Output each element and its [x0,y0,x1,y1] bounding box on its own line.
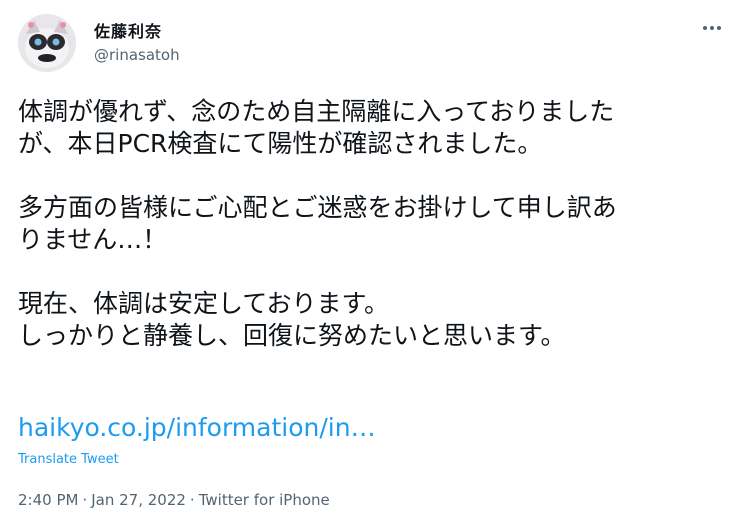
more-dot [703,26,707,30]
tweet-source[interactable]: Twitter for iPhone [199,491,330,509]
tweet-line: 多方面の皆様にご心配とご迷惑をお掛けして申し訳あ [18,193,617,222]
meta-separator: · [189,491,195,509]
author-handle[interactable]: @rinasatoh [94,46,180,64]
tweet-link[interactable]: haikyo.co.jp/information/in… [18,412,376,444]
avatar-image [18,14,76,72]
tweet-date[interactable]: Jan 27, 2022 [91,491,186,509]
author-display-name[interactable]: 佐藤利奈 [94,18,162,42]
more-dot [717,26,721,30]
tweet-line: りません…！ [18,225,168,254]
tweet-line: 体調が優れず、念のため自主隔離に入っておりました [18,97,615,126]
profile-avatar[interactable] [18,14,76,72]
meta-separator: · [82,491,88,509]
more-options-icon[interactable] [698,16,726,40]
tweet-line: 現在、体調は安定しております。 [18,289,390,318]
more-dot [710,26,714,30]
tweet-text: 体調が優れず、念のため自主隔離に入っておりました が、本日PCR検査にて陽性が確… [18,96,728,352]
translate-tweet-button[interactable]: Translate Tweet [18,452,119,467]
tweet-meta: 2:40 PM · Jan 27, 2022 · Twitter for iPhone [18,491,330,509]
tweet-line: が、本日PCR検査にて陽性が確認されました。 [18,129,543,158]
tweet-line: しっかりと静養し、回復に努めたいと思います。 [18,321,566,350]
tweet-time[interactable]: 2:40 PM [18,491,78,509]
